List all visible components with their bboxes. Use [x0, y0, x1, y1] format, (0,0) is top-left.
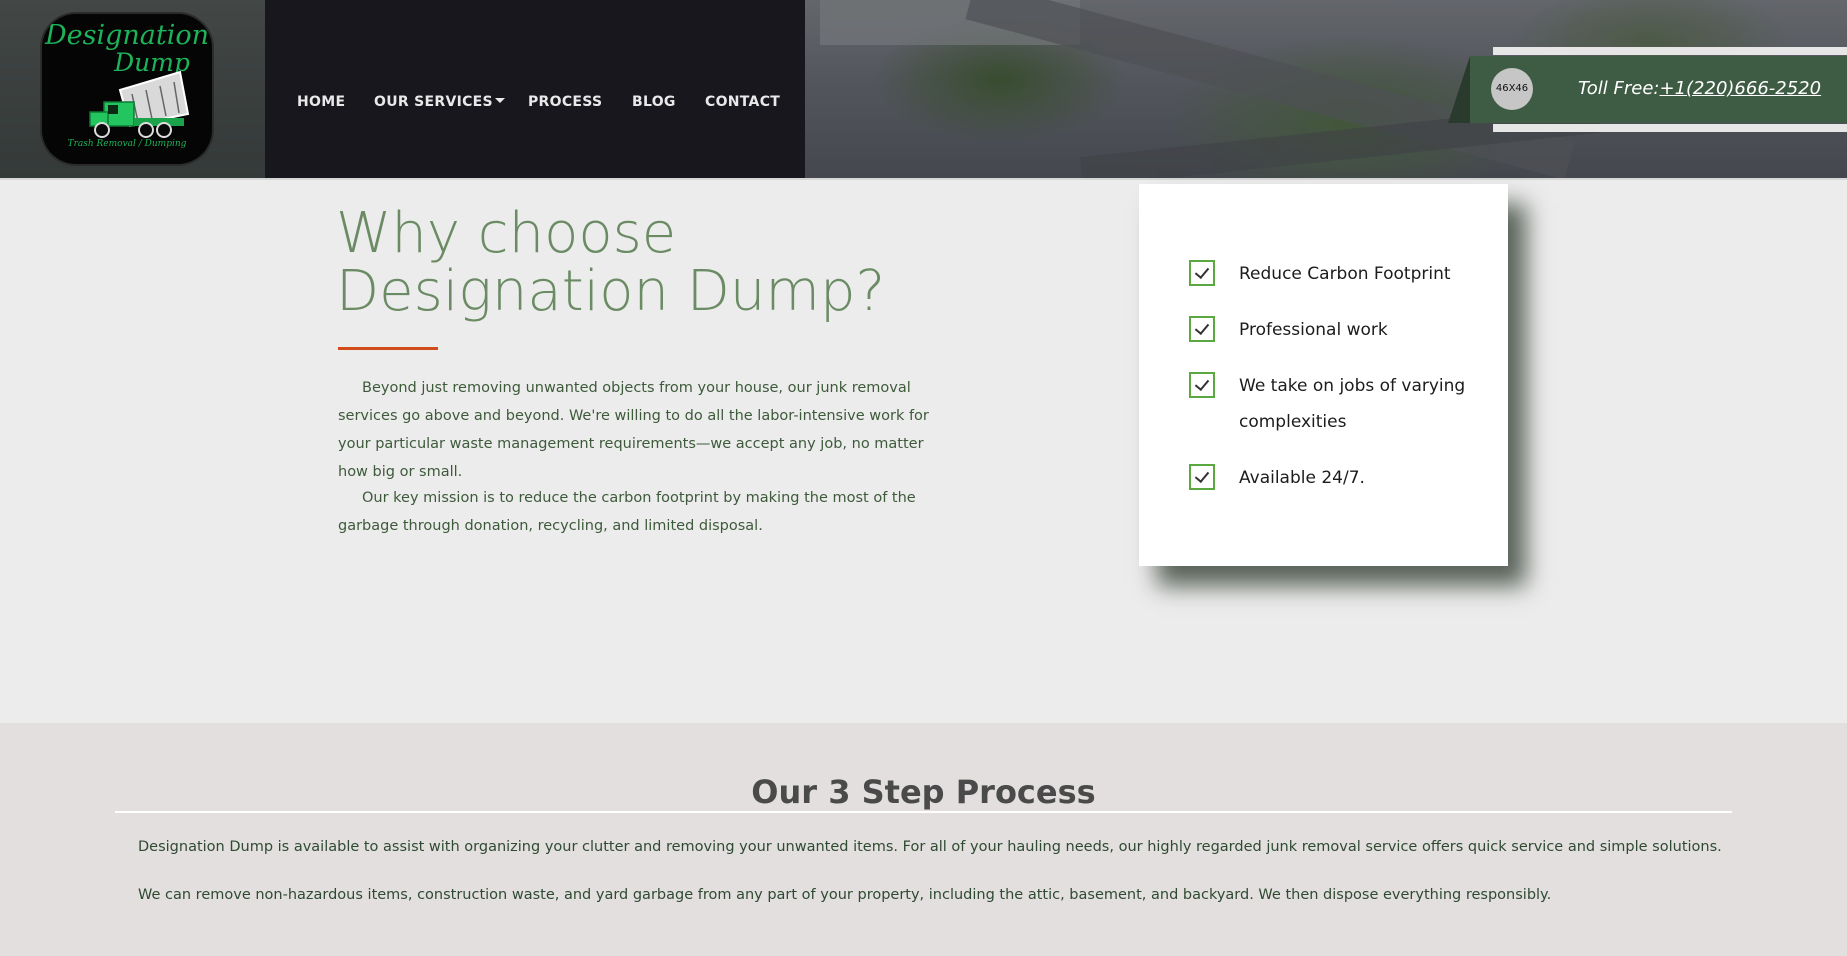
- process-section: Our 3 Step Process Designation Dump is a…: [0, 723, 1847, 956]
- why-paragraph-1: Beyond just removing unwanted objects fr…: [338, 380, 929, 480]
- site-header: Designation Dump Trash Removal / Dumping…: [0, 0, 1847, 180]
- heading-underline: [338, 347, 438, 350]
- process-paragraph-1: Designation Dump is available to assist …: [138, 839, 1722, 855]
- logo-area: Designation Dump Trash Removal / Dumping: [0, 0, 265, 180]
- main-navigation: HOME OUR SERVICES PROCESS BLOG CONTACT: [265, 0, 805, 180]
- phone-band-top: [1493, 47, 1847, 55]
- phone-box-notch: [1448, 56, 1470, 123]
- dropdown-caret-icon: [494, 98, 505, 103]
- checkbox-check-icon: [1189, 372, 1215, 398]
- why-choose-heading-line1: Why choose: [336, 201, 677, 266]
- phone-band-bottom: [1493, 124, 1847, 132]
- why-paragraph-2: Our key mission is to reduce the carbon …: [338, 490, 916, 534]
- checkbox-check-icon: [1189, 464, 1215, 490]
- site-logo[interactable]: Designation Dump Trash Removal / Dumping: [42, 14, 212, 164]
- feature-label: We take on jobs of varying complexities: [1239, 376, 1466, 432]
- nav-our-services[interactable]: OUR SERVICES: [374, 94, 505, 110]
- nav-our-services-label: OUR SERVICES: [374, 94, 493, 110]
- why-choose-heading-line2: Designation Dump?: [336, 259, 886, 324]
- phone-number-link[interactable]: +1(220)666-2520: [1659, 78, 1821, 99]
- feature-label: Professional work: [1239, 320, 1388, 340]
- avatar-placeholder: 46X46: [1491, 68, 1533, 110]
- features-card: Reduce Carbon Footprint Professional wor…: [1139, 184, 1508, 566]
- why-choose-heading: Why choose Designation Dump?: [336, 205, 956, 321]
- nav-blog[interactable]: BLOG: [632, 94, 676, 110]
- toll-free-text: Toll Free:+1(220)666-2520: [1578, 78, 1821, 99]
- nav-home[interactable]: HOME: [297, 94, 345, 110]
- nav-contact[interactable]: CONTACT: [705, 94, 780, 110]
- checkbox-check-icon: [1189, 316, 1215, 342]
- nav-process[interactable]: PROCESS: [528, 94, 602, 110]
- checkbox-check-icon: [1189, 260, 1215, 286]
- logo-tagline: Trash Removal / Dumping: [67, 139, 187, 149]
- process-heading: Our 3 Step Process: [751, 773, 1096, 811]
- process-divider: [115, 811, 1732, 813]
- feature-label: Reduce Carbon Footprint: [1239, 264, 1451, 284]
- feature-label: Available 24/7.: [1239, 468, 1365, 488]
- toll-free-label: Toll Free:: [1578, 78, 1660, 99]
- process-paragraph-2: We can remove non-hazardous items, const…: [138, 887, 1552, 903]
